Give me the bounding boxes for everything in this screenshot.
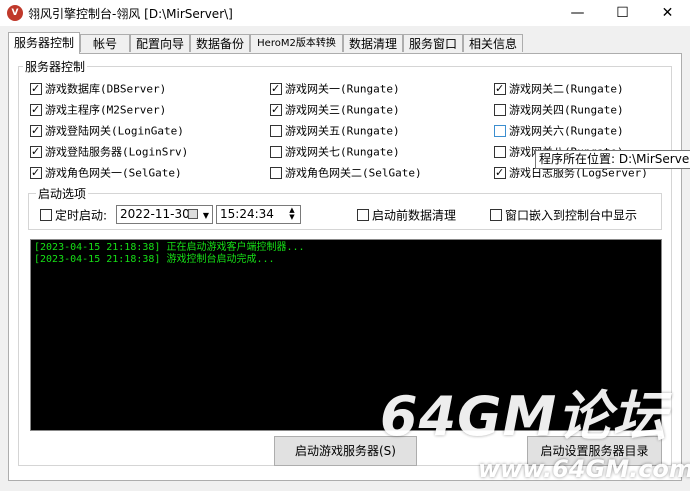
checkbox-loginsrv[interactable]: 游戏登陆服务器(LoginSrv) [30,144,188,160]
checkbox-box[interactable] [40,208,52,221]
checkbox-label: 启动前数据清理 [372,208,457,223]
checkbox-label: 游戏网关二(Rungate) [509,82,624,96]
checkbox-label: 游戏网关一(Rungate) [285,82,400,96]
tab-service-window[interactable]: 服务窗口 [403,34,463,52]
checkbox-label: 游戏网关五(Rungate) [285,124,400,138]
checkbox-rungate-6[interactable]: 游戏网关六(Rungate) [494,123,624,139]
checkbox-label: 游戏角色网关一(SelGate) [45,166,182,180]
checkbox-box[interactable] [494,103,506,116]
checkbox-label: 游戏登陆网关(LoginGate) [45,124,184,138]
checkbox-m2server[interactable]: 游戏主程序(M2Server) [30,102,166,118]
checkbox-selgate-2[interactable]: 游戏角色网关二(SelGate) [270,165,422,181]
checkbox-selgate-1[interactable]: 游戏角色网关一(SelGate) [30,165,182,181]
checkbox-box[interactable] [490,208,502,221]
tooltip: 程序所在位置: D:\MirServer\ [535,150,690,169]
checkbox-label: 游戏主程序(M2Server) [45,103,167,117]
calendar-icon[interactable] [188,209,198,219]
checkbox-label: 定时启动: [55,208,108,223]
watermark-logo: 64GM论坛 [380,385,668,448]
checkbox-rungate-4[interactable]: 游戏网关四(Rungate) [494,102,624,118]
checkbox-label: 游戏网关三(Rungate) [285,103,400,117]
tab-herom2-convert[interactable]: HeroM2版本转换 [250,34,343,52]
app-logo-icon: V [7,5,23,21]
checkbox-box[interactable] [30,144,42,160]
tab-data-backup[interactable]: 数据备份 [190,34,250,52]
checkbox-label: 游戏角色网关二(SelGate) [285,166,422,180]
checkbox-box[interactable] [30,81,42,97]
server-control-group-title: 服务器控制 [23,58,88,75]
checkbox-label: 窗口嵌入到控制台中显示 [505,208,638,223]
maximize-button[interactable]: ☐ [600,0,645,26]
tab-account[interactable]: 帐号 [80,34,130,52]
checkbox-box[interactable] [270,145,282,158]
minimize-button[interactable]: — [555,0,600,26]
watermark-url: www.64GM.com [478,455,690,483]
tab-about[interactable]: 相关信息 [463,34,523,52]
checkbox-box[interactable] [494,81,506,97]
checkbox-box[interactable] [494,145,506,158]
time-value: 15:24:34 [220,207,274,221]
checkbox-box[interactable] [30,123,42,139]
close-button[interactable]: ✕ [645,0,690,26]
chevron-down-icon[interactable]: ▼ [203,207,209,224]
title-bar: V 翎风引擎控制台-翎风 [D:\MirServer\] — ☐ ✕ [0,0,690,26]
checkbox-rungate-3[interactable]: 游戏网关三(Rungate) [270,102,400,118]
checkbox-timed-start[interactable]: 定时启动: [40,207,107,223]
checkbox-box[interactable] [30,165,42,181]
checkbox-embed-window[interactable]: 窗口嵌入到控制台中显示 [490,207,637,223]
window-title: 翎风引擎控制台-翎风 [D:\MirServer\] [28,7,233,21]
checkbox-label: 游戏数据库(DBServer) [45,82,167,96]
time-picker[interactable]: 15:24:34 ▲ ▼ [216,205,301,224]
checkbox-label: 游戏网关六(Rungate) [509,124,624,138]
checkbox-rungate-7[interactable]: 游戏网关七(Rungate) [270,144,400,160]
checkbox-box[interactable] [494,124,506,137]
checkbox-box[interactable] [30,102,42,118]
date-picker[interactable]: 2022-11-30 ▼ [116,205,213,224]
checkbox-box[interactable] [270,81,282,97]
checkbox-label: 游戏网关四(Rungate) [509,103,624,117]
checkbox-box[interactable] [270,102,282,118]
checkbox-label: 游戏登陆服务器(LoginSrv) [45,145,189,159]
checkbox-rungate-1[interactable]: 游戏网关一(Rungate) [270,81,400,97]
spinner-arrows-icon[interactable]: ▲ ▼ [285,207,299,222]
log-line: [2023-04-15 21:18:38] 游戏控制台启动完成... [34,254,275,265]
tab-server-control[interactable]: 服务器控制 [8,32,80,54]
tab-data-cleanup[interactable]: 数据清理 [343,34,403,52]
checkbox-box[interactable] [270,166,282,179]
checkbox-rungate-5[interactable]: 游戏网关五(Rungate) [270,123,400,139]
log-line: [2023-04-15 21:18:38] 正在启动游戏客户端控制器... [34,242,305,253]
date-value: 2022-11-30 [120,207,190,221]
checkbox-dbserver[interactable]: 游戏数据库(DBServer) [30,81,166,97]
checkbox-pre-clean[interactable]: 启动前数据清理 [357,207,456,223]
tab-config-wizard[interactable]: 配置向导 [130,34,190,52]
checkbox-box[interactable] [270,124,282,137]
checkbox-logingate[interactable]: 游戏登陆网关(LoginGate) [30,123,184,139]
checkbox-box[interactable] [494,165,506,181]
startup-options-title: 启动选项 [36,185,89,202]
checkbox-label: 游戏网关七(Rungate) [285,145,400,159]
checkbox-rungate-2[interactable]: 游戏网关二(Rungate) [494,81,624,97]
checkbox-box[interactable] [357,208,369,221]
